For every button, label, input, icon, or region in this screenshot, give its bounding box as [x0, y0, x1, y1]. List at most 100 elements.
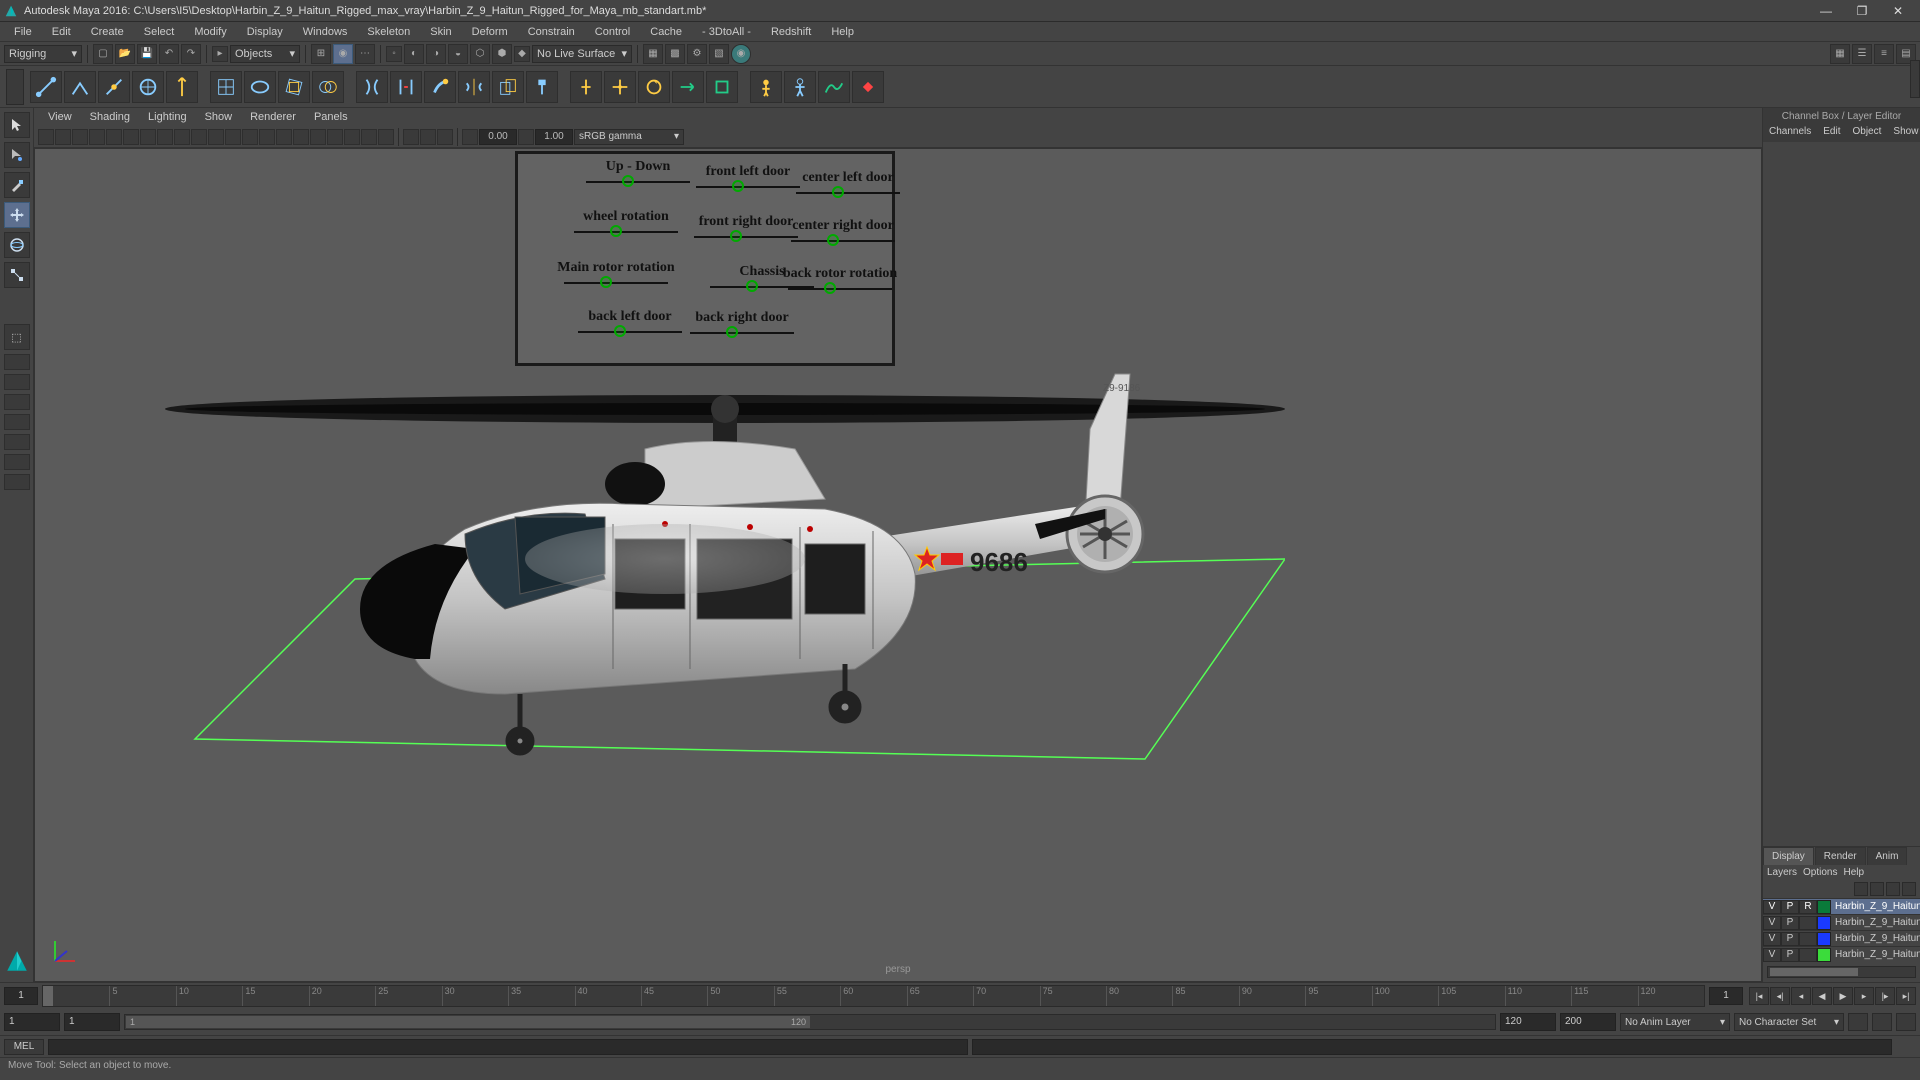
- bind-skin-icon[interactable]: [356, 71, 388, 103]
- panel-menu-renderer[interactable]: Renderer: [242, 110, 304, 124]
- vp-colorspace-dropdown[interactable]: sRGB gamma▾: [574, 129, 684, 145]
- select-type-dropdown[interactable]: Objects▾: [230, 45, 300, 63]
- sym-world-icon[interactable]: ⬢: [492, 44, 512, 64]
- save-scene-icon[interactable]: 💾: [137, 44, 157, 64]
- layer-row[interactable]: VPHarbin_Z_9_Haitun_He: [1763, 914, 1920, 930]
- menu--3dtoall-[interactable]: - 3DtoAll -: [694, 24, 759, 40]
- menu-file[interactable]: File: [6, 24, 40, 40]
- layer-row[interactable]: VPRHarbin_Z_9_Haitun_Cc: [1763, 898, 1920, 914]
- shelf-toggle[interactable]: [1910, 60, 1920, 98]
- minimize-button[interactable]: —: [1808, 1, 1844, 21]
- hammer-weights-icon[interactable]: [526, 71, 558, 103]
- sym-x-icon[interactable]: ◐: [404, 44, 424, 64]
- panel-layout-1-icon[interactable]: ▦: [1830, 44, 1850, 64]
- playback-prefs-icon[interactable]: [1896, 1013, 1916, 1031]
- snap-curve-icon[interactable]: ◉: [333, 44, 353, 64]
- layer-menu-layers[interactable]: Layers: [1767, 867, 1797, 878]
- make-live-icon[interactable]: ◆: [514, 46, 530, 62]
- layer-ref-toggle[interactable]: [1799, 932, 1817, 946]
- layer-editor-menu[interactable]: LayersOptionsHelp: [1763, 865, 1920, 880]
- scale-constraint-icon[interactable]: [706, 71, 738, 103]
- vp-cam-lock-icon[interactable]: [55, 129, 71, 145]
- close-button[interactable]: ✕: [1880, 1, 1916, 21]
- copy-weights-icon[interactable]: [492, 71, 524, 103]
- layer-vis-toggle[interactable]: V: [1763, 916, 1781, 930]
- panel-menu-show[interactable]: Show: [197, 110, 241, 124]
- reroot-joint-icon[interactable]: [132, 71, 164, 103]
- menu-skin[interactable]: Skin: [422, 24, 459, 40]
- vp-textured-icon[interactable]: [293, 129, 309, 145]
- select-mode-icon[interactable]: ▸: [212, 46, 228, 62]
- layer-tab-anim[interactable]: Anim: [1867, 847, 1908, 865]
- anim-layer-dropdown[interactable]: No Anim Layer▾: [1620, 1013, 1730, 1031]
- menu-redshift[interactable]: Redshift: [763, 24, 819, 40]
- joint-tool-icon[interactable]: [30, 71, 62, 103]
- maximize-button[interactable]: ❐: [1844, 1, 1880, 21]
- prev-key-icon[interactable]: ◂|: [1770, 987, 1790, 1005]
- rig-slider-up-down[interactable]: Up - Down: [578, 159, 698, 183]
- layer-color-swatch[interactable]: [1817, 900, 1831, 914]
- snap-point-icon[interactable]: ⋯: [355, 44, 375, 64]
- human-ik-icon[interactable]: [784, 71, 816, 103]
- vp-image-plane-icon[interactable]: [89, 129, 105, 145]
- rig-slider-center-left-door[interactable]: center left door: [788, 170, 908, 194]
- move-tool-icon[interactable]: [4, 202, 30, 228]
- panel-layout-2-icon[interactable]: ☰: [1852, 44, 1872, 64]
- play-back-icon[interactable]: ◀: [1812, 987, 1832, 1005]
- layer-tab-display[interactable]: Display: [1763, 847, 1814, 865]
- menu-help[interactable]: Help: [823, 24, 862, 40]
- menu-select[interactable]: Select: [136, 24, 183, 40]
- rig-slider-main-rotor-rotation[interactable]: Main rotor rotation: [556, 260, 676, 284]
- channel-tab-channels[interactable]: Channels: [1763, 124, 1817, 142]
- new-scene-icon[interactable]: ▢: [93, 44, 113, 64]
- open-scene-icon[interactable]: 📂: [115, 44, 135, 64]
- anim-graph-icon[interactable]: [818, 71, 850, 103]
- menu-modify[interactable]: Modify: [186, 24, 234, 40]
- rotate-tool-icon[interactable]: [4, 232, 30, 258]
- layer-ref-toggle[interactable]: [1799, 916, 1817, 930]
- render-ipr-icon[interactable]: ▩: [665, 44, 685, 64]
- vp-2d-pan-icon[interactable]: [106, 129, 122, 145]
- helicopter-model[interactable]: Z9-9186: [105, 349, 1285, 779]
- layout-two-h-icon[interactable]: [4, 394, 30, 410]
- vp-exposure-field[interactable]: 0.00: [479, 129, 517, 145]
- range-end-inner[interactable]: 120: [1500, 1013, 1556, 1031]
- orient-constraint-icon[interactable]: [638, 71, 670, 103]
- detach-skin-icon[interactable]: [390, 71, 422, 103]
- menu-windows[interactable]: Windows: [295, 24, 356, 40]
- panel-menu-view[interactable]: View: [40, 110, 80, 124]
- parent-constraint-icon[interactable]: [570, 71, 602, 103]
- mirror-weights-icon[interactable]: [458, 71, 490, 103]
- mode-dropdown[interactable]: Rigging▾: [4, 45, 82, 63]
- layer-move-down-icon[interactable]: [1870, 882, 1884, 896]
- redo-icon[interactable]: ↷: [181, 44, 201, 64]
- layer-ref-toggle[interactable]: R: [1799, 900, 1817, 914]
- viewport[interactable]: Up - Downfront left doorcenter left door…: [34, 148, 1762, 982]
- menu-edit[interactable]: Edit: [44, 24, 79, 40]
- step-back-icon[interactable]: ◂: [1791, 987, 1811, 1005]
- menu-create[interactable]: Create: [83, 24, 132, 40]
- last-tool-icon[interactable]: ⬚: [4, 324, 30, 350]
- wrap-icon[interactable]: [278, 71, 310, 103]
- vp-aa-icon[interactable]: [378, 129, 394, 145]
- time-current-left[interactable]: 1: [4, 987, 38, 1005]
- orient-joint-icon[interactable]: [166, 71, 198, 103]
- vp-res-gate-icon[interactable]: [174, 129, 190, 145]
- layout-single-icon[interactable]: [4, 354, 30, 370]
- vp-lights-icon[interactable]: [310, 129, 326, 145]
- vp-motion-blur-icon[interactable]: [361, 129, 377, 145]
- rig-slider-back-right-door[interactable]: back right door: [682, 310, 802, 334]
- vp-shadows-icon[interactable]: [327, 129, 343, 145]
- paint-select-icon[interactable]: [4, 172, 30, 198]
- step-fwd-icon[interactable]: ▸: [1854, 987, 1874, 1005]
- vp-grease-icon[interactable]: [123, 129, 139, 145]
- vp-gamma-field[interactable]: 1.00: [535, 129, 573, 145]
- layer-vis-toggle[interactable]: V: [1763, 948, 1781, 962]
- layer-playback-toggle[interactable]: P: [1781, 900, 1799, 914]
- script-language-toggle[interactable]: MEL: [4, 1039, 44, 1055]
- panel-menu-lighting[interactable]: Lighting: [140, 110, 195, 124]
- render-view-icon[interactable]: ▧: [709, 44, 729, 64]
- time-current-right[interactable]: 1: [1709, 987, 1743, 1005]
- go-end-icon[interactable]: ▸|: [1896, 987, 1916, 1005]
- layer-ref-toggle[interactable]: [1799, 948, 1817, 962]
